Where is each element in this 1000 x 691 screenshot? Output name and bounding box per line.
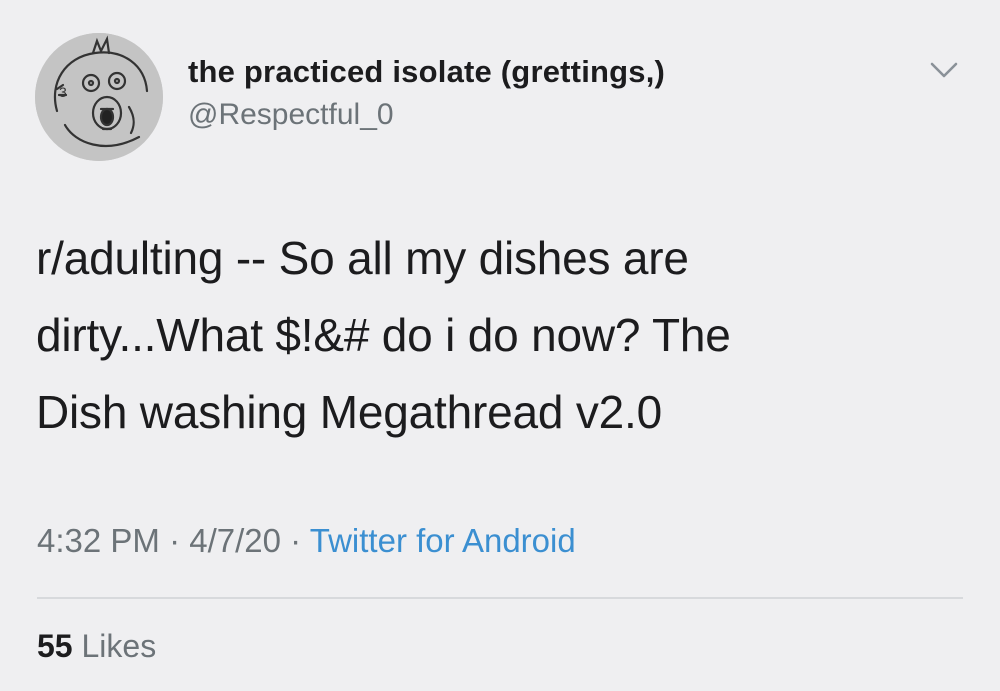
likes-stat[interactable]: 55 Likes [37,628,156,665]
divider [37,597,963,599]
tweet-meta: 4:32 PM · 4/7/20 · Twitter for Android [37,522,576,560]
tweet-date: 4/7/20 [189,522,281,559]
likes-count: 55 [37,628,73,664]
tweet-time: 4:32 PM [37,522,160,559]
tweet-source-link[interactable]: Twitter for Android [310,522,576,559]
tweet-text: r/adulting -- So all my dishes are dirty… [36,232,731,438]
tweet-card: 3 the practiced isolate (grettings,) @Re… [0,0,1000,691]
meta-separator: · [290,522,302,559]
author-display-name[interactable]: the practiced isolate (grettings,) [188,54,665,90]
svg-text:3: 3 [59,84,67,100]
author-handle[interactable]: @Respectful_0 [188,98,394,132]
meta-separator: · [169,522,181,559]
chevron-down-icon[interactable] [924,56,964,86]
likes-label: Likes [81,628,157,664]
hand-drawn-face-avatar-icon: 3 [35,33,163,161]
avatar[interactable]: 3 [35,33,163,161]
